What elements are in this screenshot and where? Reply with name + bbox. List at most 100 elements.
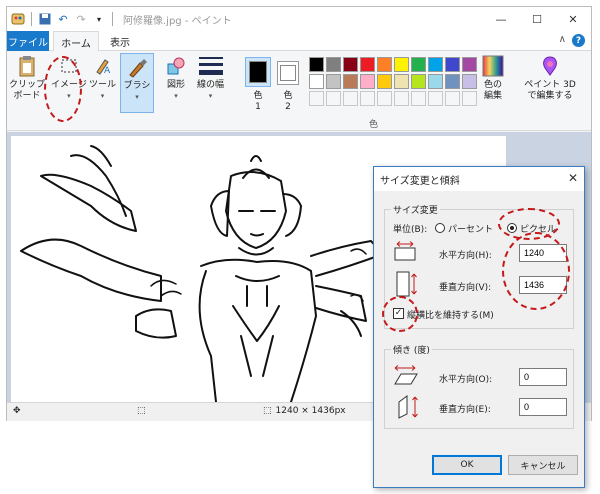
clipboard-label: クリップ ボード — [9, 80, 46, 101]
shapes-label: 図形 — [166, 80, 185, 90]
maximize-button[interactable]: ☐ — [519, 7, 555, 31]
color-palette — [309, 57, 477, 106]
percent-radio[interactable] — [435, 223, 445, 233]
palette-color-swatch[interactable] — [343, 74, 358, 89]
paint3d-label: ペイント 3D で編集する — [524, 80, 576, 101]
palette-empty-swatch[interactable] — [360, 91, 375, 106]
dialog-close-icon[interactable]: ✕ — [568, 171, 578, 185]
undo-icon[interactable]: ↶ — [56, 12, 70, 26]
keep-ratio-checkbox[interactable]: ✓ — [393, 308, 404, 319]
ok-button[interactable]: OK — [432, 455, 502, 475]
horizontal-resize-icon — [394, 241, 416, 261]
color1-selector[interactable] — [245, 57, 271, 87]
skew-h-input[interactable] — [519, 368, 567, 386]
image-group[interactable]: イメージ ▾ — [51, 55, 87, 102]
palette-color-swatch[interactable] — [377, 74, 392, 89]
skew-v-input[interactable] — [519, 398, 567, 416]
line-width-group[interactable]: 線の幅 ▾ — [197, 55, 224, 102]
palette-empty-swatch[interactable] — [428, 91, 443, 106]
palette-color-swatch[interactable] — [394, 57, 409, 72]
palette-empty-swatch[interactable] — [309, 91, 324, 106]
ribbon-tabs: ファイル ホーム 表示 ∧ ? — [7, 31, 591, 52]
redo-icon[interactable]: ↷ — [74, 12, 88, 26]
color2-selector[interactable] — [277, 61, 299, 85]
separator — [112, 12, 113, 26]
shapes-icon — [165, 55, 187, 77]
help-area: ∧ ? — [559, 34, 585, 47]
palette-color-swatch[interactable] — [360, 74, 375, 89]
palette-color-swatch[interactable] — [445, 57, 460, 72]
cancel-button[interactable]: キャンセル — [508, 455, 578, 475]
customize-toolbar-icon[interactable]: ▾ — [92, 12, 106, 26]
tools-icon: A — [92, 55, 114, 77]
palette-empty-swatch[interactable] — [445, 91, 460, 106]
paint-app-icon — [11, 12, 25, 26]
palette-color-swatch[interactable] — [394, 74, 409, 89]
unit-label: 単位(B): — [393, 225, 428, 235]
vertical-input[interactable] — [519, 276, 567, 294]
dialog-title: サイズ変更と傾斜 — [380, 175, 460, 187]
dialog-title-bar: サイズ変更と傾斜 ✕ — [374, 167, 584, 191]
palette-color-swatch[interactable] — [309, 74, 324, 89]
horizontal-input[interactable] — [519, 244, 567, 262]
palette-color-swatch[interactable] — [428, 57, 443, 72]
clipboard-group[interactable]: クリップ ボード — [9, 55, 45, 102]
colors-group-label: 色 — [369, 120, 379, 130]
window-title: 阿修羅像.jpg - ペイント — [123, 15, 232, 27]
skew-group-legend: 傾き (度) — [391, 343, 432, 356]
palette-color-swatch[interactable] — [411, 74, 426, 89]
palette-color-swatch[interactable] — [309, 57, 324, 72]
window-controls: — ☐ ✕ — [483, 7, 591, 31]
image-size-status: ⬚ 1240 × 1436px — [263, 406, 346, 416]
image-size-icon: ⬚ — [263, 406, 272, 416]
palette-color-swatch[interactable] — [360, 57, 375, 72]
palette-color-swatch[interactable] — [462, 57, 477, 72]
percent-label[interactable]: パーセント — [448, 222, 493, 235]
keep-ratio-label[interactable]: 縦横比を維持する(M) — [407, 308, 494, 321]
collapse-ribbon-icon[interactable]: ∧ — [559, 34, 566, 47]
chevron-down-icon: ▾ — [67, 92, 71, 100]
palette-color-swatch[interactable] — [445, 74, 460, 89]
pixel-label[interactable]: ピクセル — [520, 222, 556, 235]
color1-swatch — [249, 61, 267, 83]
vertical-label: 垂直方向(V): — [439, 283, 492, 293]
save-icon[interactable] — [38, 12, 52, 26]
palette-color-swatch[interactable] — [462, 74, 477, 89]
brush-group[interactable]: ブラシ ▾ — [120, 53, 154, 113]
edit-colors-label: 色の 編集 — [483, 80, 502, 101]
palette-color-swatch[interactable] — [343, 57, 358, 72]
palette-color-swatch[interactable] — [326, 57, 341, 72]
close-button[interactable]: ✕ — [555, 7, 591, 31]
horizontal-skew-icon — [394, 365, 418, 385]
minimize-button[interactable]: — — [483, 7, 519, 31]
palette-color-swatch[interactable] — [377, 57, 392, 72]
palette-color-swatch[interactable] — [326, 74, 341, 89]
palette-color-swatch[interactable] — [428, 74, 443, 89]
resize-skew-dialog: サイズ変更と傾斜 ✕ サイズ変更 単位(B): パーセント ピクセル 水平方向(… — [373, 166, 585, 488]
paint3d-button[interactable]: ペイント 3D で編集する — [519, 55, 581, 102]
chevron-down-icon: ▾ — [208, 92, 213, 100]
palette-color-swatch[interactable] — [411, 57, 426, 72]
shapes-group[interactable]: 図形 ▾ — [165, 55, 187, 102]
palette-empty-swatch[interactable] — [411, 91, 426, 106]
edit-colors-button[interactable]: 色の 編集 — [482, 55, 504, 102]
quick-access-toolbar: ↶ ↷ ▾ — [7, 12, 115, 26]
vertical-resize-icon — [396, 271, 417, 297]
tab-file[interactable]: ファイル — [7, 31, 49, 51]
palette-empty-swatch[interactable] — [326, 91, 341, 106]
palette-empty-swatch[interactable] — [462, 91, 477, 106]
tools-label: ツール — [89, 80, 117, 90]
clipboard-icon — [16, 55, 38, 77]
chevron-down-icon: ▾ — [174, 92, 178, 100]
help-icon[interactable]: ? — [572, 34, 585, 47]
tab-view[interactable]: 表示 — [105, 31, 135, 51]
palette-empty-swatch[interactable] — [394, 91, 409, 106]
tab-home[interactable]: ホーム — [53, 31, 99, 52]
palette-empty-swatch[interactable] — [377, 91, 392, 106]
pixel-radio[interactable] — [507, 223, 517, 233]
palette-empty-swatch[interactable] — [343, 91, 358, 106]
select-icon — [58, 55, 80, 77]
tools-group[interactable]: A ツール ▾ — [89, 55, 116, 102]
color-wheel-icon — [482, 55, 504, 77]
brush-label: ブラシ — [123, 81, 151, 91]
